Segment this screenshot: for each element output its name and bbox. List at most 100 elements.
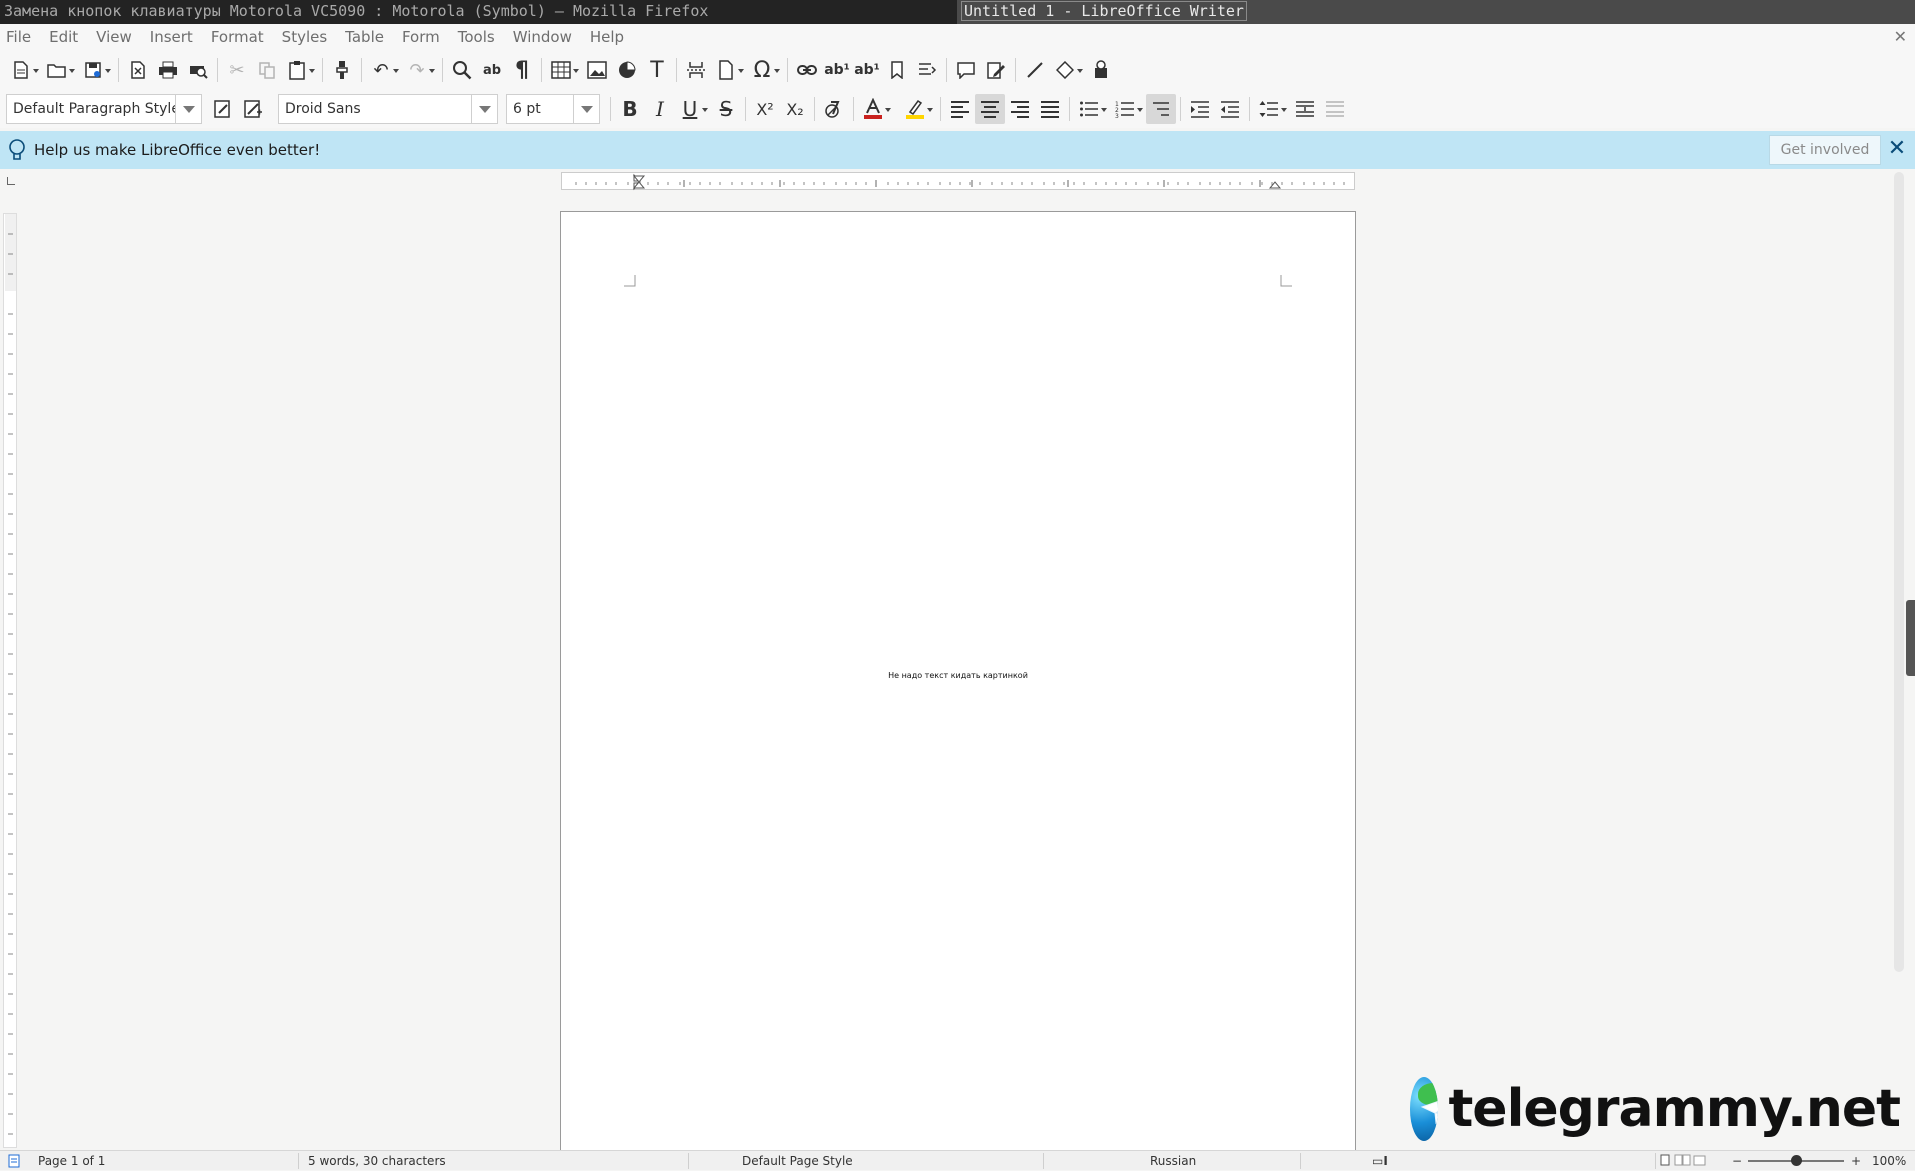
insert-table-icon[interactable]	[546, 55, 579, 85]
comment-icon[interactable]	[951, 55, 981, 85]
separator	[610, 97, 611, 121]
increase-paragraph-spacing-icon[interactable]	[1290, 94, 1320, 124]
view-layout-icons[interactable]	[1660, 1154, 1706, 1169]
infobar-message: Help us make LibreOffice even better!	[34, 141, 321, 159]
menu-styles[interactable]: Styles	[282, 28, 328, 46]
font-name-combo[interactable]: Droid Sans	[278, 94, 498, 124]
sidebar-toggle-handle[interactable]	[1906, 600, 1915, 676]
show-draw-functions-icon[interactable]	[1086, 55, 1116, 85]
zoom-level[interactable]: 100%	[1872, 1154, 1906, 1168]
page-number[interactable]: Page 1 of 1	[38, 1154, 105, 1168]
spelling-icon[interactable]: ab	[477, 55, 507, 85]
save-icon[interactable]	[78, 55, 111, 85]
insert-text-box-icon[interactable]: T	[642, 55, 672, 85]
insert-field-icon[interactable]	[711, 55, 744, 85]
print-icon[interactable]	[153, 55, 183, 85]
strikethrough-icon[interactable]: S	[711, 94, 741, 124]
separator	[787, 58, 788, 82]
align-left-icon[interactable]	[945, 94, 975, 124]
italic-icon[interactable]: I	[645, 94, 675, 124]
insert-line-icon[interactable]	[1020, 55, 1050, 85]
bookmark-icon[interactable]	[882, 55, 912, 85]
print-preview-icon[interactable]	[183, 55, 213, 85]
chevron-down-icon[interactable]	[471, 95, 497, 123]
close-icon[interactable]: ✕	[1887, 138, 1907, 160]
vertical-scrollbar[interactable]	[1894, 172, 1904, 972]
highlight-color-icon[interactable]	[900, 94, 933, 124]
vertical-ruler[interactable]	[3, 213, 17, 1148]
decrease-indent-icon[interactable]	[1215, 94, 1245, 124]
word-count[interactable]: 5 words, 30 characters	[308, 1154, 446, 1168]
page-break-icon[interactable]	[681, 55, 711, 85]
cross-reference-icon[interactable]	[912, 55, 942, 85]
cut-icon[interactable]: ✂	[222, 55, 252, 85]
decrease-paragraph-spacing-icon[interactable]	[1320, 94, 1350, 124]
menu-file[interactable]: File	[6, 28, 31, 46]
paste-icon[interactable]	[282, 55, 315, 85]
basic-shapes-icon[interactable]	[1050, 55, 1083, 85]
underline-icon[interactable]: U	[675, 94, 708, 124]
formatting-marks-icon[interactable]: ¶	[507, 55, 537, 85]
standard-toolbar: ✂ ↶ ↷ ab ¶ T Ω ab¹ ab¹	[0, 50, 1915, 90]
increase-indent-icon[interactable]	[1185, 94, 1215, 124]
watermark-text: telegrammy.net	[1448, 1079, 1901, 1139]
footnote-icon[interactable]: ab¹	[822, 55, 852, 85]
font-size-combo[interactable]: 6 pt	[506, 94, 600, 124]
menu-bar: File Edit View Insert Format Styles Tabl…	[0, 24, 1915, 50]
menu-edit[interactable]: Edit	[49, 28, 78, 46]
menu-view[interactable]: View	[96, 28, 132, 46]
tab-stop-selector[interactable]	[7, 177, 15, 185]
menu-window[interactable]: Window	[513, 28, 572, 46]
clone-formatting-icon[interactable]	[327, 55, 357, 85]
align-center-icon[interactable]	[975, 94, 1005, 124]
menu-table[interactable]: Table	[345, 28, 384, 46]
zoom-slider-knob[interactable]	[1791, 1155, 1802, 1166]
insert-chart-icon[interactable]	[612, 55, 642, 85]
bulleted-list-icon[interactable]	[1074, 94, 1107, 124]
find-replace-icon[interactable]	[447, 55, 477, 85]
open-folder-icon[interactable]	[42, 55, 75, 85]
paragraph-style-combo[interactable]: Default Paragraph Style	[6, 94, 202, 124]
outline-list-icon[interactable]	[1146, 94, 1176, 124]
zoom-out-icon[interactable]: −	[1732, 1154, 1742, 1168]
new-style-icon[interactable]	[238, 94, 268, 124]
hyperlink-icon[interactable]	[792, 55, 822, 85]
justify-icon[interactable]	[1035, 94, 1065, 124]
new-document-icon[interactable]	[6, 55, 39, 85]
zoom-in-icon[interactable]: +	[1851, 1154, 1861, 1168]
clear-formatting-icon[interactable]	[819, 94, 849, 124]
lightbulb-icon	[0, 138, 34, 162]
menu-form[interactable]: Form	[402, 28, 440, 46]
undo-icon[interactable]: ↶	[366, 55, 399, 85]
document-text[interactable]: Не надо текст кидать картинкой	[561, 671, 1355, 680]
horizontal-ruler[interactable]	[561, 172, 1355, 191]
update-style-icon[interactable]	[208, 94, 238, 124]
insert-image-icon[interactable]	[582, 55, 612, 85]
copy-icon[interactable]	[252, 55, 282, 85]
page-style[interactable]: Default Page Style	[742, 1154, 853, 1168]
chevron-down-icon[interactable]	[573, 95, 599, 123]
align-right-icon[interactable]	[1005, 94, 1035, 124]
superscript-icon[interactable]: X²	[750, 94, 780, 124]
subscript-icon[interactable]: X₂	[780, 94, 810, 124]
menu-insert[interactable]: Insert	[150, 28, 193, 46]
endnote-icon[interactable]: ab¹	[852, 55, 882, 85]
special-character-icon[interactable]: Ω	[747, 55, 780, 85]
bold-icon[interactable]: B	[615, 94, 645, 124]
track-changes-icon[interactable]	[981, 55, 1011, 85]
document-modified-icon[interactable]	[8, 1154, 22, 1171]
menu-tools[interactable]: Tools	[458, 28, 495, 46]
numbered-list-icon[interactable]: 123	[1110, 94, 1143, 124]
redo-icon[interactable]: ↷	[402, 55, 435, 85]
line-spacing-icon[interactable]	[1254, 94, 1287, 124]
menu-format[interactable]: Format	[211, 28, 264, 46]
menu-help[interactable]: Help	[590, 28, 624, 46]
document-page[interactable]: Не надо текст кидать картинкой	[560, 211, 1356, 1160]
chevron-down-icon[interactable]	[175, 95, 201, 123]
export-pdf-icon[interactable]	[123, 55, 153, 85]
insert-mode-icon[interactable]: ▭I	[1372, 1154, 1388, 1168]
language[interactable]: Russian	[1150, 1154, 1196, 1168]
font-color-icon[interactable]	[858, 94, 891, 124]
close-document-icon[interactable]: ✕	[1894, 27, 1907, 46]
get-involved-button[interactable]: Get involved	[1769, 135, 1881, 165]
